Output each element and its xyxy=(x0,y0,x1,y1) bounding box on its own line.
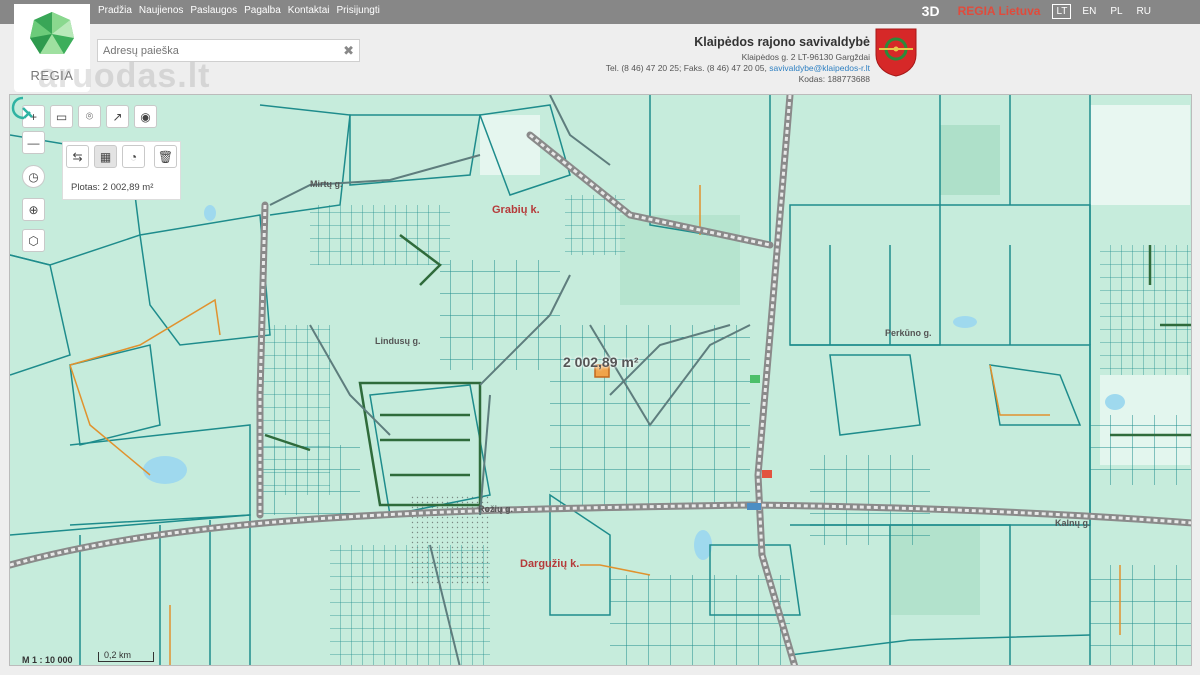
pin-icon: ⌾ xyxy=(85,109,94,123)
address-search-input[interactable] xyxy=(98,40,328,61)
place-label-grabiu: Grabių k. xyxy=(492,204,540,216)
measure-distance-button[interactable]: ⇆ xyxy=(66,145,89,168)
3d-button[interactable]: 3D xyxy=(922,3,940,19)
nav-services[interactable]: Paslaugos xyxy=(190,5,237,16)
radius-icon: ◔ xyxy=(129,149,138,164)
main-nav: Pradžia Naujienos Paslaugos Pagalba Kont… xyxy=(98,5,380,16)
scale-bar-label: 0,2 km xyxy=(104,650,132,660)
street-label-perkuno: Perkūno g. xyxy=(885,328,932,338)
measure-label: 2 002,89 m² xyxy=(563,354,639,370)
nav-home[interactable]: Pradžia xyxy=(98,5,132,16)
right-nav: 3D REGIA Lietuva LT EN PL RU xyxy=(922,3,1154,19)
scale-bar: 0,2 km xyxy=(98,650,154,662)
street-label-roziu: Rožių g. xyxy=(478,504,513,514)
regia-corner-icon xyxy=(11,96,33,120)
regia-logo-icon xyxy=(30,12,74,54)
top-nav-bar: Pradžia Naujienos Paslaugos Pagalba Kont… xyxy=(0,0,1200,24)
municipality-contacts: Tel. (8 46) 47 20 25; Faks. (8 46) 47 20… xyxy=(606,63,870,74)
nav-login[interactable]: Prisijungti xyxy=(337,5,380,16)
measure-panel: ⇆ ▦ ◔ 🗑 Plotas: 2 002,89 m² xyxy=(62,141,181,200)
lang-en[interactable]: EN xyxy=(1079,5,1099,18)
lang-lt[interactable]: LT xyxy=(1052,3,1072,19)
place-label-darguziu: Dargužių k. xyxy=(520,558,580,570)
address-search: ✖ xyxy=(97,39,360,62)
lang-pl[interactable]: PL xyxy=(1107,5,1125,18)
measure-line-button[interactable]: ▭ xyxy=(50,105,73,128)
area-icon: ▦ xyxy=(99,149,112,164)
street-label-mirtu: Mirtų g. xyxy=(310,179,343,189)
locate-button[interactable]: ⊕ xyxy=(22,198,45,221)
area-result: Plotas: 2 002,89 m² xyxy=(71,182,154,193)
map-scale: M 1 : 10 000 xyxy=(22,655,73,665)
nav-news[interactable]: Naujienos xyxy=(139,5,183,16)
trash-icon: 🗑 xyxy=(157,149,174,164)
map-canvas[interactable] xyxy=(10,95,1192,666)
distance-icon: ⇆ xyxy=(72,149,83,164)
municipality-phone: Tel. (8 46) 47 20 25; Faks. (8 46) 47 20… xyxy=(605,63,767,73)
regia-logo[interactable]: REGIA xyxy=(14,4,90,92)
location-button[interactable]: ◉ xyxy=(134,105,157,128)
clock-icon: ◷ xyxy=(28,169,39,184)
municipality-title: Klaipėdos rajono savivaldybė xyxy=(694,35,870,49)
pin-button[interactable]: ⌾ xyxy=(78,105,101,128)
zoom-out-button[interactable]: — xyxy=(22,131,45,154)
draw-shape-button[interactable]: ⬡ xyxy=(22,229,45,252)
municipality-email[interactable]: savivaldybe@klaipedos-r.lt xyxy=(769,63,870,73)
cadastral-map[interactable]: Mirtų g. Perkūno g. Lindusų g. Rožių g. … xyxy=(9,94,1192,666)
export-icon: ↗ xyxy=(112,109,123,124)
ruler-icon: ▭ xyxy=(55,109,68,124)
coat-of-arms-icon xyxy=(875,28,917,77)
logo-text: REGIA xyxy=(30,68,74,83)
minus-icon: — xyxy=(27,135,40,150)
municipality-address: Klaipėdos g. 2 LT-96130 Gargždai xyxy=(741,52,870,62)
municipality-info: Klaipėdos rajono savivaldybė Klaipėdos g… xyxy=(606,35,870,85)
history-button[interactable]: ◷ xyxy=(22,165,45,188)
street-label-kalnu: Kalnų g. xyxy=(1055,518,1091,528)
nav-contacts[interactable]: Kontaktai xyxy=(288,5,330,16)
export-button[interactable]: ↗ xyxy=(106,105,129,128)
street-label-lindusu: Lindusų g. xyxy=(375,336,421,346)
clear-icon[interactable]: ✖ xyxy=(343,43,354,59)
shape-icon: ⬡ xyxy=(28,233,39,248)
municipality-code: Kodas: 188773688 xyxy=(798,74,870,84)
crosshair-icon: ⊕ xyxy=(28,202,39,217)
nav-help[interactable]: Pagalba xyxy=(244,5,281,16)
measure-area-button[interactable]: ▦ xyxy=(94,145,117,168)
measure-radius-button[interactable]: ◔ xyxy=(122,145,145,168)
target-icon: ◉ xyxy=(140,109,151,124)
lang-ru[interactable]: RU xyxy=(1134,5,1154,18)
regia-lietuva-link[interactable]: REGIA Lietuva xyxy=(958,4,1041,18)
delete-measure-button[interactable]: 🗑 xyxy=(154,145,177,168)
